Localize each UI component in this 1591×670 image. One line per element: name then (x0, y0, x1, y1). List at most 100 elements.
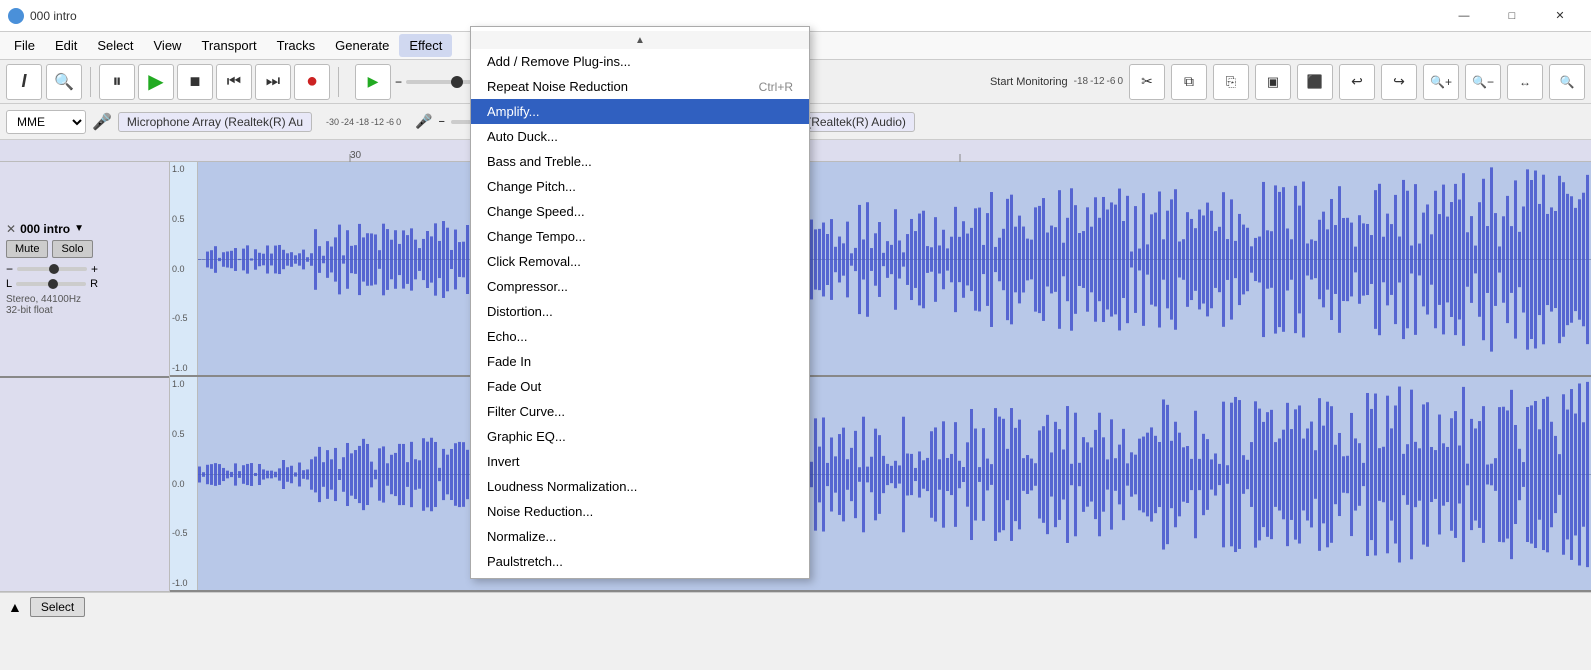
menu-item-label: Bass and Treble... (487, 154, 592, 169)
menu-item-noise-reduction-[interactable]: Noise Reduction... (471, 499, 809, 524)
maximize-button[interactable]: □ (1489, 0, 1535, 32)
record-button[interactable]: ● (294, 64, 330, 100)
menu-item-click-removal-[interactable]: Click Removal... (471, 249, 809, 274)
menu-item-label: Change Pitch... (487, 179, 576, 194)
start-monitoring-label[interactable]: Start Monitoring (990, 76, 1068, 88)
menu-item-bass-and-treble-[interactable]: Bass and Treble... (471, 149, 809, 174)
track-close-button[interactable]: ✕ (6, 222, 16, 236)
scale2-neg1.0: -1.0 (172, 578, 195, 588)
menu-item-label: Compressor... (487, 279, 568, 294)
app-icon (8, 8, 24, 24)
ibeam-tool-button[interactable]: I (6, 64, 42, 100)
pan-slider[interactable] (16, 282, 86, 286)
stop-button[interactable]: ■ (177, 64, 213, 100)
redo-button[interactable]: ↪ (1381, 64, 1417, 100)
pause-button[interactable]: ⏸ (99, 64, 135, 100)
paste-button[interactable]: ⎘ (1213, 64, 1249, 100)
menu-transport[interactable]: Transport (191, 34, 266, 57)
waveform-svg-1 (198, 162, 1591, 375)
menu-item-label: Loudness Normalization... (487, 479, 637, 494)
status-bar: ▲ Select (0, 592, 1591, 620)
silence-button[interactable]: ⬛ (1297, 64, 1333, 100)
menu-item-change-tempo-[interactable]: Change Tempo... (471, 224, 809, 249)
zoom-fit-button[interactable]: ↔ (1507, 64, 1543, 100)
solo-button[interactable]: Solo (52, 240, 92, 258)
input-device-label: Microphone Array (Realtek(R) Au (118, 112, 312, 132)
minimize-button[interactable]: — (1441, 0, 1487, 32)
zoom-tool-button[interactable]: 🔍 (46, 64, 82, 100)
menu-item-loudness-normalization-[interactable]: Loudness Normalization... (471, 474, 809, 499)
mic-icon: 🎤 (92, 112, 112, 132)
menu-edit[interactable]: Edit (45, 34, 87, 57)
scale2-0.5: 0.5 (172, 429, 195, 439)
mic-volume-icon: 🎤 (415, 113, 432, 130)
trim-button[interactable]: ▣ (1255, 64, 1291, 100)
menu-item-repeat-noise-reduction[interactable]: Repeat Noise ReductionCtrl+R (471, 74, 809, 99)
menu-item-label: Graphic EQ... (487, 429, 566, 444)
menu-generate[interactable]: Generate (325, 34, 399, 57)
copy-button[interactable]: ⧉ (1171, 64, 1207, 100)
mic-level-minus: − (439, 116, 445, 128)
waveform-track-1: 1.0 0.5 0.0 -0.5 -1.0 (170, 162, 1591, 377)
zoom-out-button[interactable]: 🔍− (1465, 64, 1501, 100)
gain-plus-icon[interactable]: + (91, 262, 98, 276)
menu-item-normalize-[interactable]: Normalize... (471, 524, 809, 549)
status-arrow-button[interactable]: ▲ (8, 599, 22, 615)
scale2-0.0: 0.0 (172, 479, 195, 489)
volume-minus-icon: − (395, 75, 402, 89)
menu-item-label: Echo... (487, 329, 527, 344)
select-tool-button[interactable]: Select (30, 597, 85, 617)
gain-minus-icon[interactable]: − (6, 262, 13, 276)
zoom-in-button[interactable]: 🔍+ (1423, 64, 1459, 100)
menu-item-auto-duck-[interactable]: Auto Duck... (471, 124, 809, 149)
device-type-select[interactable]: MME (6, 110, 86, 134)
menu-scroll-up[interactable]: ▲ (471, 31, 809, 49)
undo-button[interactable]: ↩ (1339, 64, 1375, 100)
play-button[interactable]: ▶ (138, 64, 174, 100)
close-button[interactable]: ✕ (1537, 0, 1583, 32)
skip-end-button[interactable]: ⏭ (255, 64, 291, 100)
menu-item-invert[interactable]: Invert (471, 449, 809, 474)
menu-item-fade-in[interactable]: Fade In (471, 349, 809, 374)
menu-file[interactable]: File (4, 34, 45, 57)
menu-item-paulstretch-[interactable]: Paulstretch... (471, 549, 809, 574)
menu-item-echo-[interactable]: Echo... (471, 324, 809, 349)
menu-item-amplify-[interactable]: Amplify... (471, 99, 809, 124)
skip-start-button[interactable]: ⏮ (216, 64, 252, 100)
menu-item-distortion-[interactable]: Distortion... (471, 299, 809, 324)
zoom-sel-button[interactable]: 🔍 (1549, 64, 1585, 100)
pan-right-label: R (90, 278, 98, 290)
track-info-line2: 32-bit float (6, 305, 163, 316)
track-name: 000 intro (20, 222, 70, 236)
menu-item-label: Fade In (487, 354, 531, 369)
menu-item-label: Normalize... (487, 529, 556, 544)
menu-item-label: Amplify... (487, 104, 540, 119)
pan-thumb (48, 279, 58, 289)
menu-item-fade-out[interactable]: Fade Out (471, 374, 809, 399)
window-controls: — □ ✕ (1441, 0, 1583, 32)
menu-item-change-speed-[interactable]: Change Speed... (471, 199, 809, 224)
track-dropdown-button[interactable]: ▼ (74, 223, 84, 234)
app-title: 000 intro (30, 9, 77, 23)
menu-item-compressor-[interactable]: Compressor... (471, 274, 809, 299)
menu-item-graphic-eq-[interactable]: Graphic EQ... (471, 424, 809, 449)
menu-item-label: Invert (487, 454, 520, 469)
cut-button[interactable]: ✂ (1129, 64, 1165, 100)
mute-button[interactable]: Mute (6, 240, 48, 258)
playback-controls: ⏸ ▶ ■ ⏮ ⏭ ● (99, 64, 330, 100)
gain-slider[interactable] (17, 267, 87, 271)
menu-item-filter-curve-[interactable]: Filter Curve... (471, 399, 809, 424)
menu-item-add-remove-plug-ins-[interactable]: Add / Remove Plug-ins... (471, 49, 809, 74)
waveform-svg-2 (198, 377, 1591, 590)
scale2-neg0.5: -0.5 (172, 528, 195, 538)
menu-effect[interactable]: Effect (399, 34, 452, 57)
pan-left-label: L (6, 278, 12, 290)
scale-labels-2: 1.0 0.5 0.0 -0.5 -1.0 (170, 377, 198, 590)
menu-item-label: Change Tempo... (487, 229, 586, 244)
menu-select[interactable]: Select (87, 34, 143, 57)
menu-view[interactable]: View (144, 34, 192, 57)
menu-item-change-pitch-[interactable]: Change Pitch... (471, 174, 809, 199)
play-at-speed-button[interactable]: ▶ (355, 64, 391, 100)
track-header-1: ✕ 000 intro ▼ Mute Solo − + L R (0, 162, 169, 378)
menu-tracks[interactable]: Tracks (267, 34, 326, 57)
